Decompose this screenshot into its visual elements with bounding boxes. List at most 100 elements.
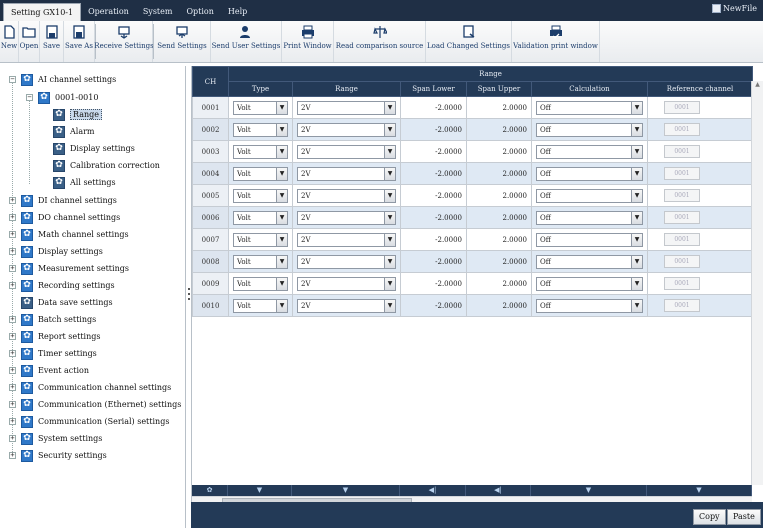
column-header-range[interactable]: Range (292, 81, 401, 97)
collapse-icon[interactable]: − (9, 76, 16, 83)
expand-icon[interactable]: + (9, 435, 16, 442)
span-upper-cell[interactable]: 2.0000 (466, 272, 532, 295)
calculation-cell[interactable]: Off ▼ (531, 272, 648, 295)
scroll-up-icon[interactable]: ▲ (752, 81, 763, 88)
expand-icon[interactable]: + (9, 265, 16, 272)
tree-item-do-channel-settings[interactable]: DO channel settings (21, 209, 120, 226)
type-select[interactable]: Volt ▼ (233, 100, 288, 115)
type-select[interactable]: Volt ▼ (233, 232, 288, 247)
calculation-cell[interactable]: Off ▼ (531, 140, 648, 163)
print-window-button[interactable]: Print Window (282, 21, 334, 62)
type-cell[interactable]: Volt ▼ (228, 228, 293, 251)
tree-item-report-settings[interactable]: Report settings (21, 328, 100, 345)
chevron-down-icon[interactable]: ▼ (631, 211, 642, 224)
type-select[interactable]: Volt ▼ (233, 254, 288, 269)
chevron-down-icon[interactable]: ▼ (384, 123, 395, 136)
calculation-select[interactable]: Off ▼ (536, 210, 643, 225)
chevron-down-icon[interactable]: ▼ (631, 123, 642, 136)
span-lower-cell[interactable]: -2.0000 (400, 272, 467, 295)
chevron-down-icon[interactable]: ▼ (631, 189, 642, 202)
expand-icon[interactable]: + (9, 367, 16, 374)
chevron-down-icon[interactable]: ▼ (384, 167, 395, 180)
span-upper-cell[interactable]: 2.0000 (466, 206, 532, 229)
tree-item-ai-channel-settings[interactable]: AI channel settings (21, 71, 116, 88)
span-lower-cell[interactable]: -2.0000 (400, 228, 467, 251)
paste-button[interactable]: Paste (727, 509, 761, 525)
range-select[interactable]: 2V ▼ (297, 166, 396, 181)
tree-item-alarm[interactable]: Alarm (53, 123, 95, 140)
column-header-span-lower[interactable]: Span Lower (400, 81, 467, 97)
filter-icon[interactable]: ▼ (531, 485, 647, 496)
type-select[interactable]: Volt ▼ (233, 144, 288, 159)
calculation-cell[interactable]: Off ▼ (531, 294, 648, 317)
calculation-cell[interactable]: Off ▼ (531, 228, 648, 251)
span-upper-cell[interactable]: 2.0000 (466, 118, 532, 141)
tree-item-system-settings[interactable]: System settings (21, 430, 102, 447)
save-as-button[interactable]: Save As (64, 21, 95, 62)
collapse-icon[interactable]: − (26, 94, 33, 101)
menu-help[interactable]: Help (221, 3, 254, 21)
receive-settings-button[interactable]: Receive Settings (94, 21, 154, 62)
range-cell[interactable]: 2V ▼ (292, 294, 401, 317)
tree-item-communication-serial-settings[interactable]: Communication (Serial) settings (21, 413, 169, 430)
span-upper-cell[interactable]: 2.0000 (466, 140, 532, 163)
tree-item-all-settings[interactable]: All settings (53, 174, 116, 191)
chevron-down-icon[interactable]: ▼ (276, 277, 287, 290)
tree-item-channel-group[interactable]: 0001-0010 (38, 89, 98, 106)
column-header-reference-channel[interactable]: Reference channel (646, 81, 754, 97)
calculation-select[interactable]: Off ▼ (536, 144, 643, 159)
tree-item-measurement-settings[interactable]: Measurement settings (21, 260, 129, 277)
type-select[interactable]: Volt ▼ (233, 166, 288, 181)
span-lower-cell[interactable]: -2.0000 (400, 140, 467, 163)
calculation-cell[interactable]: Off ▼ (531, 96, 648, 119)
type-select[interactable]: Volt ▼ (233, 276, 288, 291)
table-row[interactable]: 0003 Volt ▼ 2V ▼ -2.0000 2.0000 Off ▼ 0001 (192, 140, 754, 163)
range-cell[interactable]: 2V ▼ (292, 272, 401, 295)
type-cell[interactable]: Volt ▼ (228, 294, 293, 317)
tab-setting[interactable]: Setting GX10-1 (3, 3, 82, 21)
type-cell[interactable]: Volt ▼ (228, 250, 293, 273)
chevron-down-icon[interactable]: ▼ (276, 299, 287, 312)
table-row[interactable]: 0005 Volt ▼ 2V ▼ -2.0000 2.0000 Off ▼ 0001 (192, 184, 754, 207)
type-cell[interactable]: Volt ▼ (228, 96, 293, 119)
chevron-down-icon[interactable]: ▼ (384, 277, 395, 290)
span-upper-cell[interactable]: 2.0000 (466, 228, 532, 251)
span-lower-cell[interactable]: -2.0000 (400, 250, 467, 273)
range-select[interactable]: 2V ▼ (297, 144, 396, 159)
span-lower-cell[interactable]: -2.0000 (400, 118, 467, 141)
span-lower-cell[interactable]: -2.0000 (400, 96, 467, 119)
calculation-select[interactable]: Off ▼ (536, 254, 643, 269)
expand-icon[interactable]: + (9, 197, 16, 204)
column-header-span-upper[interactable]: Span Upper (466, 81, 532, 97)
chevron-down-icon[interactable]: ▼ (384, 145, 395, 158)
table-row[interactable]: 0008 Volt ▼ 2V ▼ -2.0000 2.0000 Off ▼ 0001 (192, 250, 754, 273)
range-cell[interactable]: 2V ▼ (292, 118, 401, 141)
tree-item-communication-ethernet-settings[interactable]: Communication (Ethernet) settings (21, 396, 181, 413)
tree-item-display-settings-root[interactable]: Display settings (21, 243, 103, 260)
calculation-cell[interactable]: Off ▼ (531, 162, 648, 185)
type-cell[interactable]: Volt ▼ (228, 162, 293, 185)
column-header-type[interactable]: Type (228, 81, 293, 97)
span-lower-cell[interactable]: -2.0000 (400, 162, 467, 185)
range-cell[interactable]: 2V ▼ (292, 96, 401, 119)
tree-item-math-channel-settings[interactable]: Math channel settings (21, 226, 129, 243)
expand-icon[interactable]: + (9, 384, 16, 391)
chevron-down-icon[interactable]: ▼ (631, 145, 642, 158)
chevron-down-icon[interactable]: ▼ (384, 189, 395, 202)
tree-item-event-action[interactable]: Event action (21, 362, 89, 379)
tree-item-recording-settings[interactable]: Recording settings (21, 277, 115, 294)
expand-icon[interactable]: + (9, 248, 16, 255)
chevron-down-icon[interactable]: ▼ (631, 167, 642, 180)
chevron-down-icon[interactable]: ▼ (631, 255, 642, 268)
expand-icon[interactable]: + (9, 333, 16, 340)
expand-icon[interactable]: + (9, 350, 16, 357)
menu-operation[interactable]: Operation (81, 3, 136, 21)
chevron-down-icon[interactable]: ▼ (276, 101, 287, 114)
calculation-select[interactable]: Off ▼ (536, 276, 643, 291)
chevron-down-icon[interactable]: ▼ (631, 233, 642, 246)
range-select[interactable]: 2V ▼ (297, 254, 396, 269)
table-row[interactable]: 0001 Volt ▼ 2V ▼ -2.0000 2.0000 Off ▼ 0001 (192, 96, 754, 119)
table-row[interactable]: 0009 Volt ▼ 2V ▼ -2.0000 2.0000 Off ▼ 0001 (192, 272, 754, 295)
chevron-down-icon[interactable]: ▼ (384, 233, 395, 246)
table-row[interactable]: 0007 Volt ▼ 2V ▼ -2.0000 2.0000 Off ▼ 0001 (192, 228, 754, 251)
